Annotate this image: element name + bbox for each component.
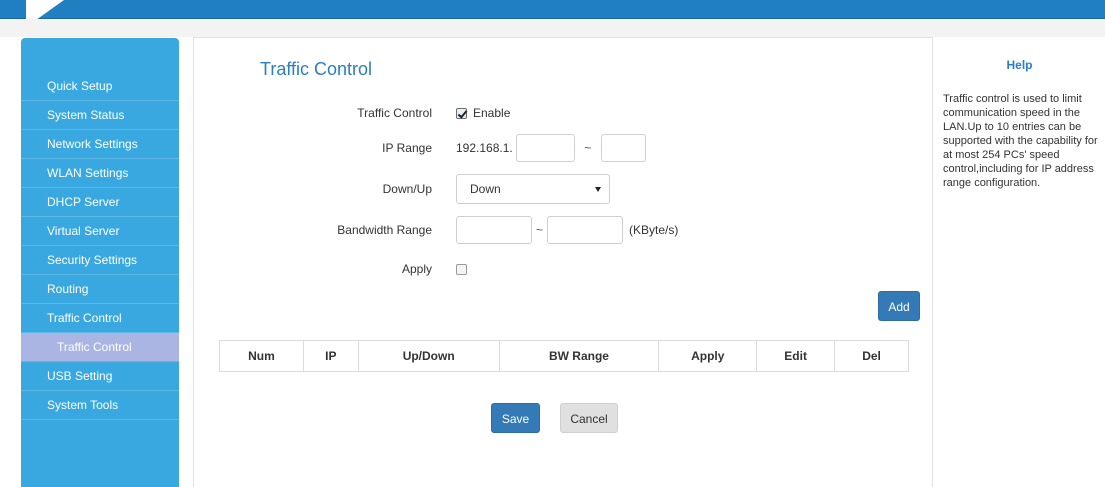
page-title: Traffic Control: [260, 59, 373, 79]
bandwidth-range-label: Bandwidth Range: [337, 223, 432, 237]
sidebar-item-security-settings[interactable]: Security Settings: [21, 246, 179, 275]
logo-notch: [26, 0, 64, 19]
bandwidth-unit: (KByte/s): [629, 223, 679, 237]
sidebar-nav: Quick Setup System Status Network Settin…: [21, 72, 179, 420]
sidebar-item-routing[interactable]: Routing: [21, 275, 179, 304]
down-up-label: Down/Up: [382, 182, 432, 196]
col-up-down: Up/Down: [357, 340, 500, 372]
sidebar-item-virtual-server[interactable]: Virtual Server: [21, 217, 179, 246]
bandwidth-separator: ~: [535, 223, 543, 237]
enable-checkbox[interactable]: [456, 107, 467, 119]
sidebar-item-network-settings[interactable]: Network Settings: [21, 130, 179, 159]
main-panel: Traffic Control Traffic Control Enable I…: [193, 37, 933, 487]
help-panel: Help Traffic control is used to limit co…: [934, 37, 1105, 487]
col-ip: IP: [302, 340, 359, 372]
ip-range-label: IP Range: [382, 141, 432, 155]
save-button[interactable]: Save: [491, 403, 540, 433]
sidebar: Quick Setup System Status Network Settin…: [21, 38, 179, 487]
apply-label: Apply: [401, 262, 432, 276]
sidebar-item-system-tools[interactable]: System Tools: [21, 391, 179, 420]
col-del: Del: [834, 340, 909, 372]
sidebar-item-dhcp-server[interactable]: DHCP Server: [21, 188, 179, 217]
sidebar-item-traffic-control[interactable]: Traffic Control: [21, 304, 179, 333]
bandwidth-range-row: Bandwidth Range ~ (KByte/s): [194, 215, 934, 245]
col-edit: Edit: [756, 340, 836, 372]
help-text: Traffic control is used to limit communi…: [943, 93, 1098, 189]
ip-range-row: IP Range 192.168.1. ~: [194, 133, 934, 163]
ip-start-input[interactable]: [515, 134, 575, 162]
ip-prefix: 192.168.1.: [456, 141, 513, 155]
chevron-down-icon: [595, 187, 601, 192]
add-button[interactable]: Add: [878, 291, 920, 321]
sidebar-subitem-traffic-control[interactable]: Traffic Control: [21, 333, 179, 362]
sidebar-item-usb-setting[interactable]: USB Setting: [21, 362, 179, 391]
down-up-row: Down/Up Down: [194, 174, 934, 204]
down-up-selected-value: Down: [470, 182, 501, 196]
col-apply: Apply: [658, 340, 758, 372]
bandwidth-min-input[interactable]: [456, 216, 532, 244]
sidebar-item-system-status[interactable]: System Status: [21, 101, 179, 130]
traffic-control-row: Traffic Control Enable: [194, 98, 934, 128]
apply-checkbox[interactable]: [456, 263, 467, 275]
sidebar-item-quick-setup[interactable]: Quick Setup: [21, 72, 179, 101]
col-bw-range: BW Range: [498, 340, 660, 372]
down-up-select[interactable]: Down: [456, 174, 610, 204]
ip-end-input[interactable]: [600, 134, 646, 162]
help-title: Help: [1006, 58, 1033, 72]
sidebar-item-wlan-settings[interactable]: WLAN Settings: [21, 159, 179, 188]
top-header-bar: [0, 0, 1105, 19]
apply-row: Apply: [194, 254, 934, 284]
col-num: Num: [219, 340, 304, 372]
enable-checkbox-label: Enable: [473, 106, 511, 120]
cancel-button[interactable]: Cancel: [560, 403, 618, 433]
header-spacer: [0, 19, 1105, 37]
traffic-rules-table: Num IP Up/Down BW Range Apply Edit Del: [219, 340, 909, 372]
bandwidth-max-input[interactable]: [547, 216, 623, 244]
ip-range-separator: ~: [584, 141, 592, 155]
traffic-control-label: Traffic Control: [357, 106, 432, 120]
table-header-row: Num IP Up/Down BW Range Apply Edit Del: [219, 340, 909, 372]
